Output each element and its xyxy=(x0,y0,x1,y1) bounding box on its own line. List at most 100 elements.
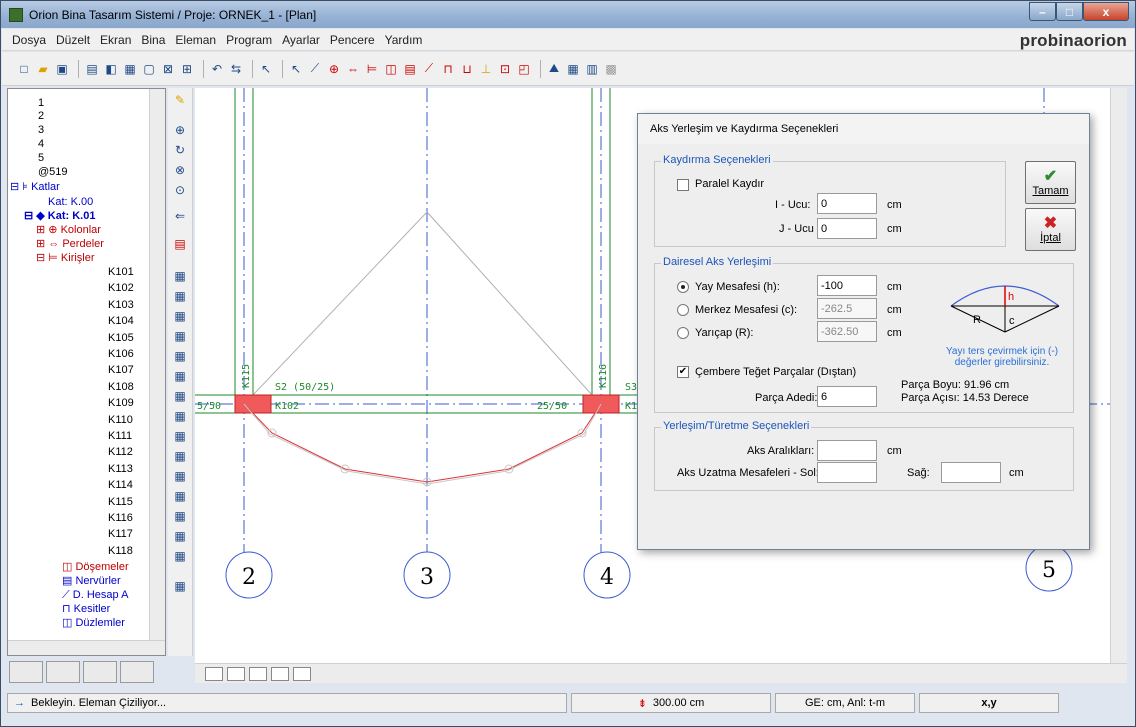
paralel-checkbox[interactable] xyxy=(677,179,689,191)
load-icon[interactable]: ⊥ xyxy=(478,61,494,77)
tab-tree[interactable] xyxy=(9,661,43,683)
tree-katlar[interactable]: ⊟ ⊧ Katlar xyxy=(10,181,60,194)
pencil-icon[interactable]: ✎ xyxy=(172,92,188,108)
tool-o-icon[interactable]: ▦ xyxy=(172,548,188,564)
expand-icon[interactable]: ⊞ xyxy=(36,238,48,250)
view3d-icon[interactable]: ⛰ xyxy=(546,61,562,77)
tool-l-icon[interactable]: ▦ xyxy=(172,488,188,504)
tree-beam-item[interactable]: K107 xyxy=(108,364,134,377)
menu-pencere[interactable]: Pencere xyxy=(330,33,375,47)
yay-radio[interactable] xyxy=(677,281,689,293)
menu-bina[interactable]: Bina xyxy=(141,33,165,47)
tree-item[interactable]: 1 xyxy=(38,97,44,110)
tool-p-icon[interactable]: ▦ xyxy=(172,578,188,594)
tool-n-icon[interactable]: ▦ xyxy=(172,528,188,544)
tree-kirisler[interactable]: ⊟ ⊨ Kirişler xyxy=(36,252,95,265)
tool-e-icon[interactable]: ▦ xyxy=(172,348,188,364)
expand-icon[interactable]: ⊟ xyxy=(10,181,22,193)
tab-layers[interactable] xyxy=(46,661,80,683)
tree-item[interactable]: 2 xyxy=(38,110,44,123)
beam-icon[interactable]: ⊨ xyxy=(364,61,380,77)
undo-icon[interactable]: ↶ xyxy=(209,61,225,77)
uzatma-sol-input[interactable] xyxy=(817,462,877,483)
tree-horizontal-scrollbar[interactable] xyxy=(8,640,165,655)
tree-item[interactable]: 4 xyxy=(38,138,44,151)
tool-j-icon[interactable]: ▦ xyxy=(172,448,188,464)
tree-item[interactable]: 3 xyxy=(38,124,44,137)
tree-dhesap[interactable]: ⟋ D. Hesap A xyxy=(62,589,128,602)
tree-kesitler[interactable]: ⊓ Kesitler xyxy=(62,603,110,616)
zoom-extents-icon[interactable]: ⊙ xyxy=(172,182,188,198)
redraw-icon[interactable]: ⇐ xyxy=(172,208,188,224)
tree-beam-item[interactable]: K110 xyxy=(108,414,133,427)
tree-vertical-scrollbar[interactable] xyxy=(149,89,165,642)
tree-beam-item[interactable]: K104 xyxy=(108,315,134,328)
grid-icon[interactable]: ▦ xyxy=(565,61,581,77)
view-tab-icon[interactable] xyxy=(227,667,245,681)
parca-adedi-input[interactable] xyxy=(817,386,877,407)
slab-icon[interactable]: ◫ xyxy=(383,61,399,77)
pbc-icon[interactable]: ⊞ xyxy=(179,61,195,77)
building-icon[interactable]: ▥ xyxy=(584,61,600,77)
yay-input[interactable] xyxy=(817,275,877,296)
pattern-icon[interactable]: ▩ xyxy=(603,61,619,77)
canvas-horizontal-scrollbar[interactable] xyxy=(195,663,1127,683)
tree-beam-item[interactable]: K111 xyxy=(108,430,132,443)
view-tab-icon[interactable] xyxy=(293,667,311,681)
status-units[interactable]: GE: cm, Anl: t-m xyxy=(775,693,915,713)
tree-beam-item[interactable]: K103 xyxy=(108,299,134,312)
tree-item[interactable]: 5 xyxy=(38,152,44,165)
tree-kat01[interactable]: ⊟ ◆ Kat: K.01 xyxy=(24,210,95,223)
tool-a-icon[interactable]: ▦ xyxy=(172,268,188,284)
tree-kat00[interactable]: Kat: K.00 xyxy=(48,196,93,209)
wall-icon[interactable]: ⇔ xyxy=(345,61,361,77)
tab-views[interactable] xyxy=(83,661,117,683)
dxf-icon[interactable]: ⊠ xyxy=(160,61,176,77)
print-icon[interactable]: ▤ xyxy=(84,61,100,77)
tool-d-icon[interactable]: ▦ xyxy=(172,328,188,344)
i-ucu-input[interactable] xyxy=(817,193,877,214)
menu-ekran[interactable]: Ekran xyxy=(100,33,131,47)
table-icon[interactable]: ▦ xyxy=(122,61,138,77)
tree-beam-item[interactable]: K112 xyxy=(108,446,133,459)
tree-item[interactable]: @519 xyxy=(38,166,68,179)
zoom-all-icon[interactable]: ⊗ xyxy=(172,162,188,178)
tree-beam-item[interactable]: K115 xyxy=(108,496,133,509)
tool-k-icon[interactable]: ▦ xyxy=(172,468,188,484)
expand-icon[interactable]: ⊟ xyxy=(36,252,48,264)
menu-eleman[interactable]: Eleman xyxy=(175,33,216,47)
yaricap-input[interactable] xyxy=(817,321,877,342)
tool-f-icon[interactable]: ▦ xyxy=(172,368,188,384)
layer-icon[interactable]: ▤ xyxy=(172,236,188,252)
yaricap-radio[interactable] xyxy=(677,327,689,339)
tree-kolonlar[interactable]: ⊞ ⊕ Kolonlar xyxy=(36,224,101,237)
expand-icon[interactable]: ⊞ xyxy=(36,224,48,236)
canvas-vertical-scrollbar[interactable] xyxy=(1110,88,1127,663)
tree-duzlemler[interactable]: ◫ Düzlemler xyxy=(62,617,125,630)
tool-g-icon[interactable]: ▦ xyxy=(172,388,188,404)
close-button[interactable]: x xyxy=(1083,2,1129,21)
preview-icon[interactable]: ◧ xyxy=(103,61,119,77)
frame-icon[interactable]: ⊓ xyxy=(440,61,456,77)
tree-beam-item[interactable]: K117 xyxy=(108,528,133,541)
new-file-icon[interactable]: □ xyxy=(16,61,32,77)
tree-beam-item[interactable]: K114 xyxy=(108,479,133,492)
zoom-previous-icon[interactable]: ↻ xyxy=(172,142,188,158)
status-elevation[interactable]: ⇟ 300.00 cm xyxy=(571,693,771,713)
view-tab-icon[interactable] xyxy=(205,667,223,681)
zoom-window-icon[interactable]: ⊕ xyxy=(172,122,188,138)
minimize-button[interactable]: – xyxy=(1029,2,1056,21)
report-icon[interactable]: ▢ xyxy=(141,61,157,77)
open-folder-icon[interactable]: ▰ xyxy=(35,61,51,77)
tool-b-icon[interactable]: ▦ xyxy=(172,288,188,304)
tool-i-icon[interactable]: ▦ xyxy=(172,428,188,444)
expand-icon[interactable]: ⊟ xyxy=(24,210,36,222)
status-coords[interactable]: x,y xyxy=(919,693,1059,713)
door-icon[interactable]: ⊔ xyxy=(459,61,475,77)
menu-duzelt[interactable]: Düzelt xyxy=(56,33,90,47)
menu-yardim[interactable]: Yardım xyxy=(385,33,423,47)
menu-program[interactable]: Program xyxy=(226,33,272,47)
j-ucu-input[interactable] xyxy=(817,218,877,239)
tree-beam-item[interactable]: K106 xyxy=(108,348,134,361)
tab-settings[interactable] xyxy=(120,661,154,683)
